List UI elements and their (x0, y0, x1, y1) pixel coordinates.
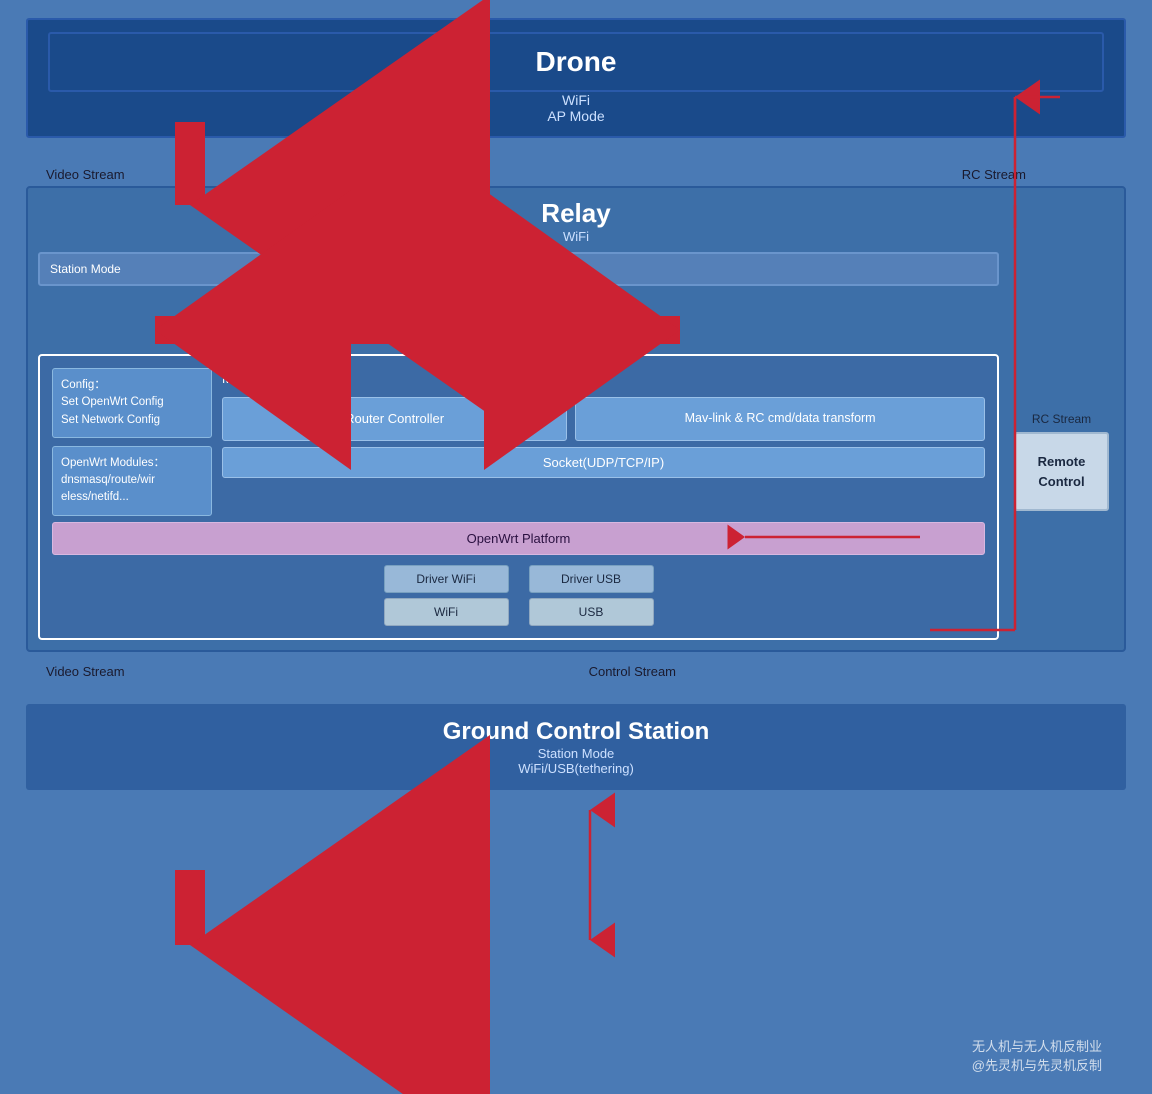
openwrt-modules-box: OpenWrt Modules： dnsmasq/route/wir eless… (52, 446, 212, 516)
usb-hw-label: USB (579, 605, 604, 619)
drone-title: Drone (48, 32, 1104, 92)
remote-control-label: Remote Control (1038, 454, 1086, 489)
relay-body: Station Mode AP Mode NAT + Routing (38, 252, 1114, 640)
gcs-mode: Station Mode (46, 746, 1106, 761)
socket-label: Socket(UDP/TCP/IP) (543, 455, 664, 470)
relay-section: Relay WiFi Station Mode AP Mode (26, 186, 1126, 652)
config-box: Config： Set OpenWrt Config Set Network C… (52, 368, 212, 438)
config-line1: Set OpenWrt Config (61, 396, 164, 408)
gcs-box: Ground Control Station Station Mode WiFi… (26, 704, 1126, 790)
station-mode-panel: Station Mode (38, 252, 515, 286)
driver-usb-label: Driver USB (561, 572, 621, 586)
relay-title: Relay (38, 198, 1114, 229)
config-left-column: Config： Set OpenWrt Config Set Network C… (52, 368, 212, 516)
video-stream-top-label: Video Stream (46, 167, 125, 182)
watermark-sub: @先灵机与先灵机反制 (972, 1055, 1102, 1074)
relay-wifi: WiFi (38, 229, 1114, 244)
ap-mode-panel: AP Mode (523, 252, 1000, 286)
video-stream-bottom-label: Video Stream (46, 664, 125, 679)
openwrt-platform-label: OpenWrt Platform (467, 531, 571, 546)
wifi-driver-col: Driver WiFi WiFi (384, 565, 509, 626)
usb-hw-box: USB (529, 598, 654, 626)
bottom-stream-row: Video Stream Control Stream (26, 652, 1126, 704)
ap-mode-label: AP Mode (535, 262, 584, 276)
main-app-top-row: Router Controller Mav-link & RC cmd/data… (222, 397, 985, 441)
nat-routing-label: NAT + Routing (470, 308, 567, 324)
page-wrapper: Drone WiFi AP Mode Video Stream RC Strea… (0, 0, 1152, 1094)
config-main-row: Config： Set OpenWrt Config Set Network C… (52, 368, 985, 516)
relay-left-right: Station Mode AP Mode NAT + Routing (38, 252, 999, 640)
mavlink-box: Mav-link & RC cmd/data transform (575, 397, 985, 441)
main-app-right: Main APP： Router Controller Mav-link & R… (222, 368, 985, 516)
control-stream-label: Control Stream (589, 664, 676, 679)
watermark-text: 无人机与无人机反制业 (972, 1036, 1102, 1055)
main-layout: Drone WiFi AP Mode Video Stream RC Strea… (26, 18, 1126, 790)
openwrt-modules-label: OpenWrt Modules： (61, 457, 165, 469)
top-stream-row: Video Stream RC Stream (26, 138, 1126, 186)
socket-box: Socket(UDP/TCP/IP) (222, 447, 985, 478)
router-controller-label: Router Controller (345, 411, 444, 426)
gcs-title: Ground Control Station (46, 718, 1106, 746)
wifi-hw-box: WiFi (384, 598, 509, 626)
driver-usb-box: Driver USB (529, 565, 654, 593)
watermark: 无人机与无人机反制业 @先灵机与先灵机反制 (972, 1036, 1102, 1074)
wifi-hw-label: WiFi (434, 605, 458, 619)
openwrt-modules-detail: dnsmasq/route/wir eless/netifd... (61, 474, 155, 503)
config-label: Config： (61, 379, 106, 391)
inner-white-box: Config： Set OpenWrt Config Set Network C… (38, 354, 999, 640)
drone-wifi: WiFi (48, 92, 1104, 108)
drone-mode: AP Mode (48, 108, 1104, 124)
config-line2: Set Network Config (61, 414, 160, 426)
relay-header: Relay WiFi (38, 198, 1114, 244)
router-controller-box: Router Controller (222, 397, 567, 441)
driver-wifi-box: Driver WiFi (384, 565, 509, 593)
remote-control-box: Remote Control (1014, 432, 1109, 511)
usb-driver-col: Driver USB USB (529, 565, 654, 626)
main-app-label: Main APP： (222, 368, 985, 387)
mavlink-label: Mav-link & RC cmd/data transform (685, 411, 876, 425)
gcs-connectivity: WiFi/USB(tethering) (46, 761, 1106, 776)
driver-wifi-label: Driver WiFi (416, 572, 475, 586)
drivers-hw-row: Driver WiFi WiFi Driver USB (52, 565, 985, 626)
rc-stream-top-label: RC Stream (962, 167, 1106, 182)
rc-stream-side-label: RC Stream (1032, 412, 1091, 426)
remote-side: RC Stream Remote Control (1009, 252, 1114, 640)
drone-box: Drone WiFi AP Mode (26, 18, 1126, 138)
nat-routing-area: NAT + Routing (38, 286, 999, 346)
station-mode-label: Station Mode (50, 262, 121, 276)
openwrt-platform-box: OpenWrt Platform (52, 522, 985, 555)
mode-panels-row: Station Mode AP Mode (38, 252, 999, 286)
